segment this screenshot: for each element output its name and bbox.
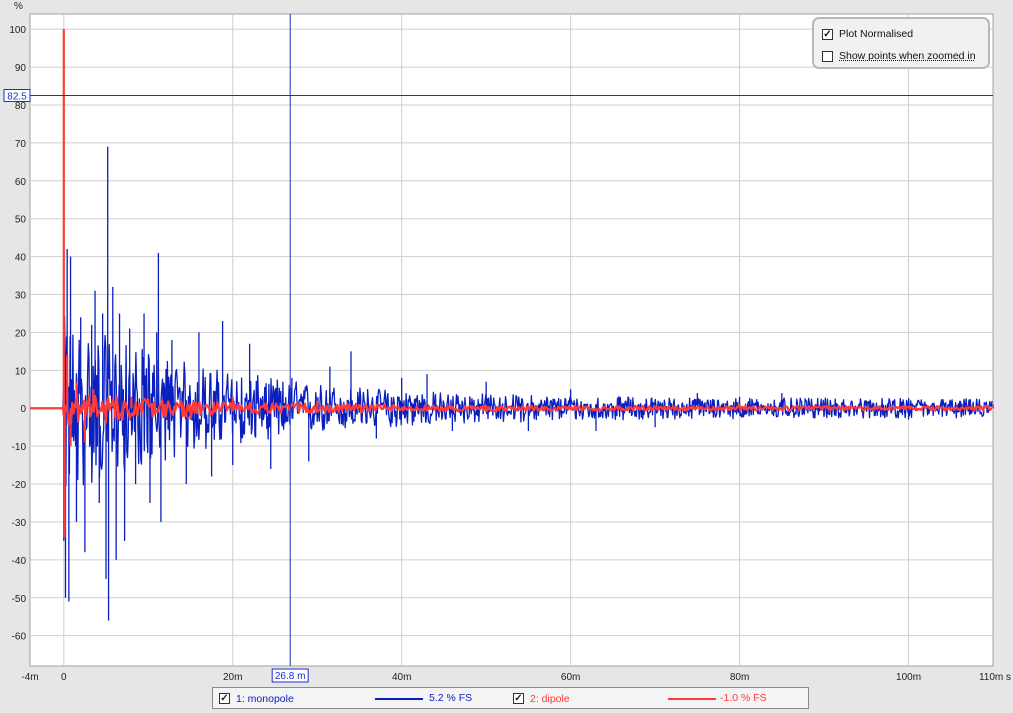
legend-item-monopole[interactable]: ✓ 1: monopole bbox=[219, 691, 294, 706]
y-tick-label: -50 bbox=[12, 594, 27, 605]
y-axis-unit-label: % bbox=[14, 1, 23, 12]
y-tick-label: 30 bbox=[15, 291, 27, 302]
plot-normalised-option[interactable]: ✓ Plot Normalised bbox=[822, 26, 913, 42]
x-tick-label: 0 bbox=[61, 672, 67, 683]
x-axis-tick-labels: -4m 0 20m 40m 60m 80m 100m 110m s bbox=[21, 672, 1011, 683]
y-tick-label: 70 bbox=[15, 139, 27, 150]
x-tick-label: 40m bbox=[392, 672, 411, 683]
x-tick-label: 100m bbox=[896, 672, 921, 683]
y-tick-label: -20 bbox=[12, 480, 27, 491]
show-points-checkbox[interactable] bbox=[822, 50, 833, 62]
y-tick-label: 0 bbox=[20, 404, 26, 415]
cursor-x-readout: 26.8 m bbox=[275, 671, 306, 682]
dipole-level: -1.0 % FS bbox=[720, 692, 767, 704]
legend-item-dipole[interactable]: ✓ 2: dipole bbox=[513, 691, 570, 706]
legend-bar: ✓ 1: monopole 5.2 % FS ✓ 2: dipole -1.0 … bbox=[212, 687, 809, 709]
y-tick-label: -30 bbox=[12, 518, 27, 529]
plot-area[interactable] bbox=[29, 13, 994, 667]
dipole-swatch bbox=[668, 698, 716, 700]
x-tick-label: 80m bbox=[730, 672, 749, 683]
y-axis-tick-labels: 1009080706050403020100-10-20-30-40-50-60 bbox=[9, 25, 26, 643]
y-tick-label: 100 bbox=[9, 25, 26, 36]
y-tick-label: 10 bbox=[15, 366, 27, 377]
x-tick-label: 110m s bbox=[979, 672, 1011, 683]
show-points-label: Show points when zoomed in bbox=[839, 50, 976, 62]
monopole-label: 1: monopole bbox=[236, 692, 294, 705]
x-tick-label: 20m bbox=[223, 672, 242, 683]
y-tick-label: 60 bbox=[15, 177, 27, 188]
show-points-option[interactable]: Show points when zoomed in bbox=[822, 48, 976, 64]
cursor-y-readout: 82.5 bbox=[7, 92, 27, 103]
impulse-response-chart: 1009080706050403020100-10-20-30-40-50-60… bbox=[3, 1, 1011, 683]
monopole-checkbox[interactable]: ✓ bbox=[219, 693, 230, 704]
options-panel: ✓ Plot Normalised Show points when zoome… bbox=[812, 17, 990, 69]
x-tick-label: 60m bbox=[561, 672, 580, 683]
y-tick-label: -60 bbox=[12, 632, 27, 643]
dipole-label: 2: dipole bbox=[530, 692, 570, 705]
plot-normalised-label: Plot Normalised bbox=[839, 28, 914, 40]
y-tick-label: 50 bbox=[15, 215, 27, 226]
dipole-checkbox[interactable]: ✓ bbox=[513, 693, 524, 704]
x-tick-label: -4m bbox=[21, 672, 38, 683]
monopole-level: 5.2 % FS bbox=[429, 692, 473, 704]
y-tick-label: 20 bbox=[15, 328, 27, 339]
y-tick-label: -40 bbox=[12, 556, 27, 567]
y-tick-label: 90 bbox=[15, 63, 27, 74]
y-tick-label: 80 bbox=[15, 101, 27, 112]
y-tick-label: -10 bbox=[12, 442, 27, 453]
y-tick-label: 40 bbox=[15, 253, 27, 264]
monopole-swatch bbox=[375, 698, 423, 700]
plot-normalised-checkbox[interactable]: ✓ bbox=[822, 28, 833, 40]
